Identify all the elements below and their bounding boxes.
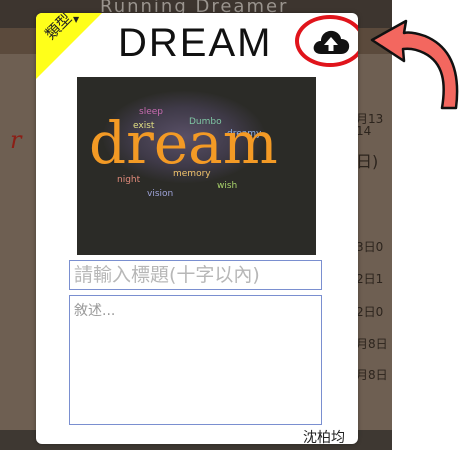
background-date-text: 日) xyxy=(356,152,379,171)
type-dropdown-icon[interactable]: ▼ xyxy=(73,15,79,24)
cloud-word: wish xyxy=(217,181,238,191)
upload-button[interactable] xyxy=(295,15,358,67)
image-main-word: dream xyxy=(89,109,278,177)
card-title: DREAM xyxy=(118,21,273,65)
background-date-text: 2日1 xyxy=(356,272,384,286)
description-textarea[interactable] xyxy=(69,295,322,425)
annotation-arrow-icon xyxy=(370,19,459,110)
dream-image[interactable]: sleep Dumbo exist dreamy memory night wi… xyxy=(77,77,316,255)
author-name: 沈柏均 xyxy=(303,430,345,444)
dream-card-modal: 類型 ▼ DREAM sleep Dumbo exist dreamy memo… xyxy=(36,13,358,444)
background-date-text: 14 xyxy=(356,124,372,138)
background-date-text: 2日0 xyxy=(356,305,384,319)
background-date-text: 月8日 xyxy=(356,368,388,382)
background-date-text: 3日0 xyxy=(356,240,384,254)
title-input[interactable] xyxy=(69,260,322,290)
background-letter: r xyxy=(10,126,22,154)
cloud-word: vision xyxy=(147,189,174,199)
background-date-text: 月8日 xyxy=(356,337,388,351)
cloud-upload-icon xyxy=(313,30,350,54)
